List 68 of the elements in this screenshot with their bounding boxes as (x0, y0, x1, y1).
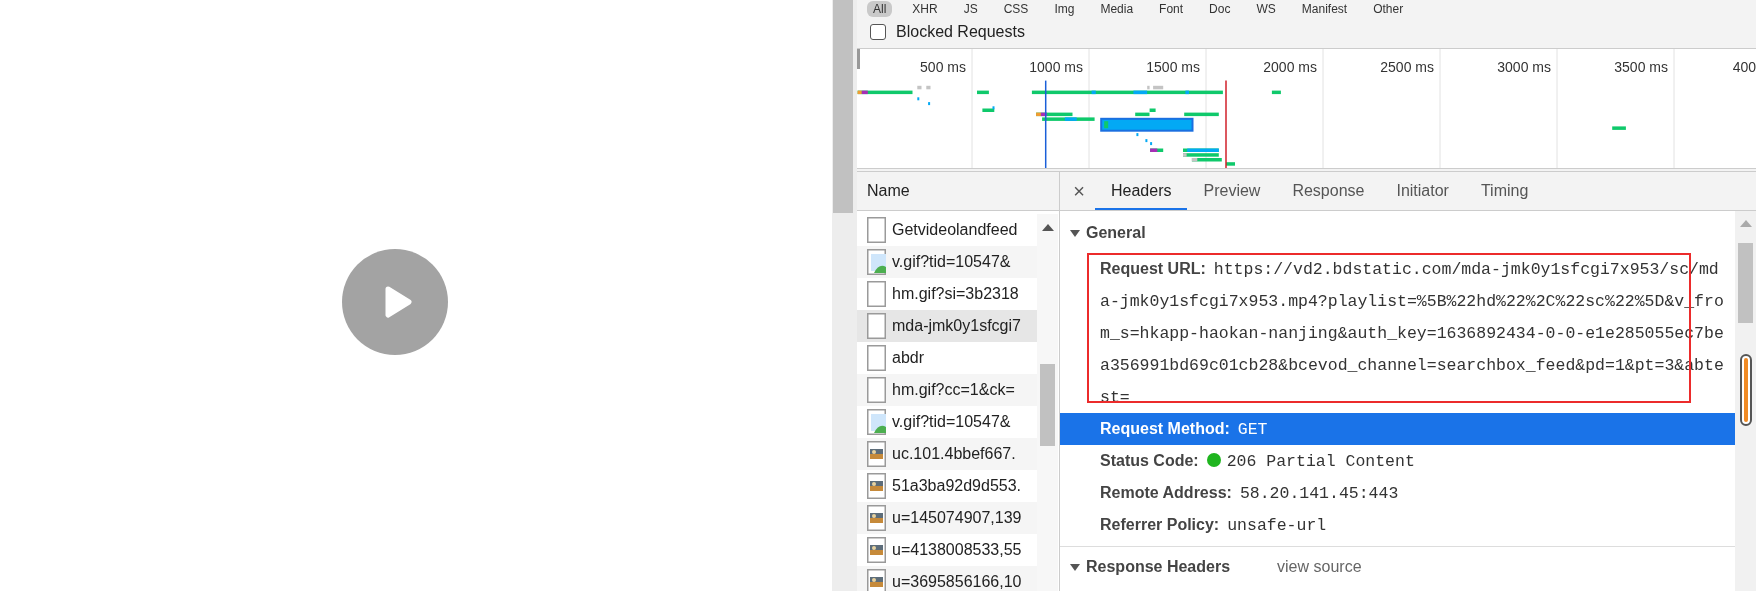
tab[interactable]: Initiator (1380, 173, 1465, 210)
request-row[interactable]: v.gif?tid=10547& (857, 406, 1037, 438)
filter-button[interactable]: Doc (1203, 1, 1237, 17)
request-row[interactable]: mda-jmk0y1sfcgi7 (857, 310, 1037, 342)
file-icon (867, 377, 886, 403)
filter-button[interactable]: Img (1048, 1, 1081, 17)
filter-button[interactable]: Manifest (1295, 1, 1354, 17)
request-row[interactable]: v.gif?tid=10547& (857, 246, 1037, 278)
request-row[interactable]: u=145074907,139 (857, 502, 1037, 534)
section-title[interactable]: General (1086, 224, 1146, 242)
header-row[interactable]: Request Method: GET (1060, 413, 1735, 445)
request-row[interactable]: hm.gif?si=3b2318 (857, 278, 1037, 310)
section-title[interactable]: Response Headers (1086, 558, 1231, 576)
close-button[interactable]: × (1063, 172, 1095, 210)
image-icon (867, 249, 886, 275)
time-label: 3500 ms (1614, 59, 1668, 75)
thumbnail-icon (867, 537, 886, 563)
time-label: 1000 ms (1029, 59, 1083, 75)
request-row[interactable]: u=3695856166,10 (857, 566, 1037, 591)
header-row[interactable]: Referrer Policy: unsafe-url (1060, 509, 1735, 541)
time-label: 1500 ms (1146, 59, 1200, 75)
checkbox[interactable] (870, 24, 886, 40)
header-row[interactable]: Remote Address: 58.20.141.45:443 (1060, 477, 1735, 509)
thumbnail-icon (867, 505, 886, 531)
filter-button[interactable]: Media (1094, 1, 1140, 17)
header-row[interactable]: Status Code: 206 Partial Content (1060, 445, 1735, 477)
time-label: 2000 ms (1263, 59, 1317, 75)
scrollbar-thumb[interactable] (1738, 243, 1753, 323)
time-label: 400 (1732, 59, 1756, 75)
file-icon (867, 217, 886, 243)
request-row[interactable]: 51a3ba92d9d553. (857, 470, 1037, 502)
scrollbar-thumb[interactable] (1040, 364, 1055, 446)
time-label: 3000 ms (1497, 59, 1551, 75)
scroll-indicator-icon (1740, 354, 1752, 426)
time-label: 500 ms (920, 59, 966, 75)
column-header[interactable]: Name (867, 182, 910, 200)
time-label: 2500 ms (1380, 59, 1434, 75)
request-row[interactable]: abdr (857, 342, 1037, 374)
tab[interactable]: Preview (1187, 173, 1277, 210)
range-handle[interactable] (857, 49, 860, 69)
filter-button[interactable]: Other (1367, 1, 1410, 17)
tab[interactable]: Timing (1464, 173, 1545, 210)
filter-button[interactable]: WS (1250, 1, 1282, 17)
file-icon (867, 313, 886, 339)
expand-arrow-icon[interactable] (1069, 227, 1081, 239)
filter-button[interactable]: All (867, 1, 893, 17)
request-row[interactable]: uc.101.4bbef667. (857, 438, 1037, 470)
thumbnail-icon (867, 569, 886, 591)
image-icon (867, 409, 886, 435)
file-icon (867, 345, 886, 371)
checkbox-label: Blocked Requests (896, 23, 1025, 41)
view-source-link[interactable]: view source (1277, 558, 1362, 576)
thumbnail-icon (867, 473, 886, 499)
request-row[interactable]: u=4138008533,55 (857, 534, 1037, 566)
thumbnail-icon (867, 441, 886, 467)
request-row[interactable]: hm.gif?cc=1&ck= (857, 374, 1037, 406)
scrollbar-thumb[interactable] (833, 0, 853, 213)
tab[interactable]: Headers (1095, 173, 1188, 210)
tab[interactable]: Response (1276, 173, 1381, 210)
play-button[interactable] (342, 249, 448, 355)
expand-arrow-icon[interactable] (1069, 561, 1081, 573)
file-icon (867, 281, 886, 307)
filter-button[interactable]: JS (957, 1, 984, 17)
scroll-up-icon[interactable] (1041, 224, 1054, 231)
request-row[interactable]: Getvideolandfeed (857, 214, 1037, 246)
filter-button[interactable]: CSS (997, 1, 1035, 17)
filter-button[interactable]: XHR (906, 1, 944, 17)
filter-button[interactable]: Font (1153, 1, 1190, 17)
